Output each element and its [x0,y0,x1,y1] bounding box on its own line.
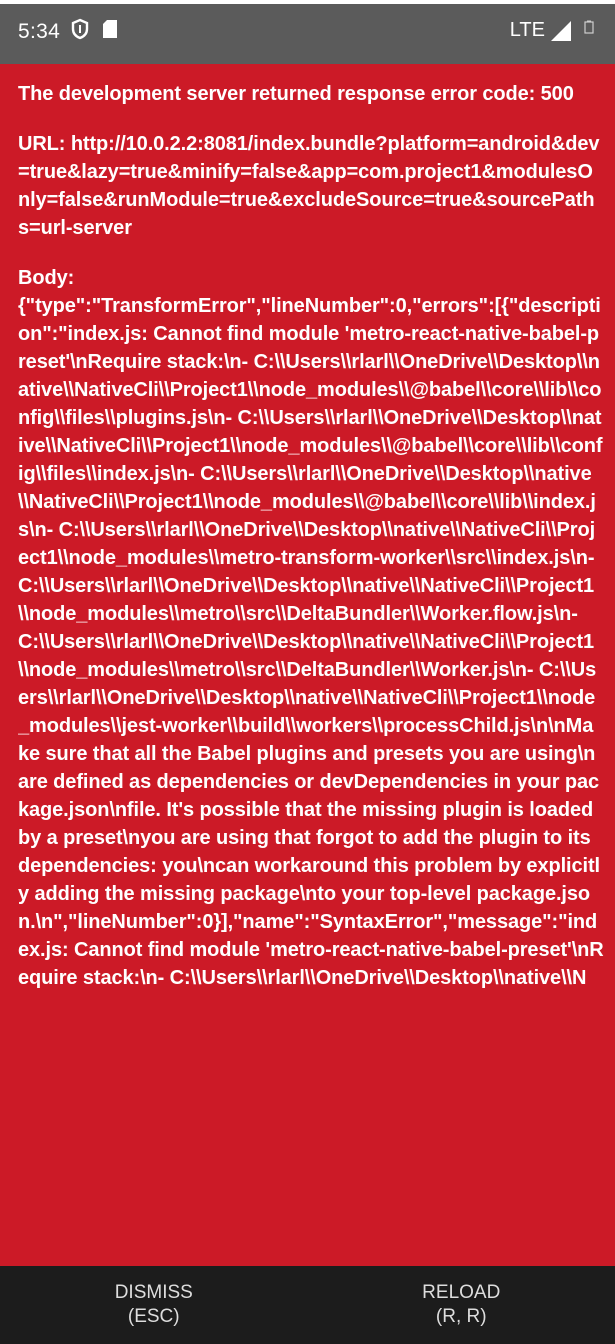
status-left: 5:34 [18,18,130,46]
reload-button[interactable]: RELOAD (R, R) [308,1266,615,1344]
network-type: LTE [509,19,545,41]
dismiss-label: DISMISS [114,1282,193,1303]
dismiss-button[interactable]: DISMISS (ESC) [0,1266,308,1344]
error-body-label: Body: [18,267,75,289]
shield-icon [70,18,90,46]
reload-label: RELOAD [422,1282,501,1303]
error-body-json: {"type":"TransformError","lineNumber":0,… [18,295,604,989]
status-top-strip [0,0,615,4]
error-heading: The development server returned response… [18,83,574,105]
signal-icon [551,20,571,41]
status-time: 5:34 [18,20,61,43]
status-bar: 5:34 LTE [0,0,615,64]
battery-icon [583,20,595,34]
error-url: URL: http://10.0.2.2:8081/index.bundle?p… [18,133,600,239]
bottom-action-bar: DISMISS (ESC) RELOAD (R, R) [0,1266,615,1344]
error-body-text: Body: {"type":"TransformError","lineNumb… [18,264,604,992]
status-right: LTE [510,19,571,42]
reload-shortcut: (R, R) [435,1306,487,1327]
dismiss-shortcut: (ESC) [127,1306,180,1327]
error-message-scroll[interactable]: The development server returned response… [18,80,604,1266]
sd-card-icon [102,19,118,45]
